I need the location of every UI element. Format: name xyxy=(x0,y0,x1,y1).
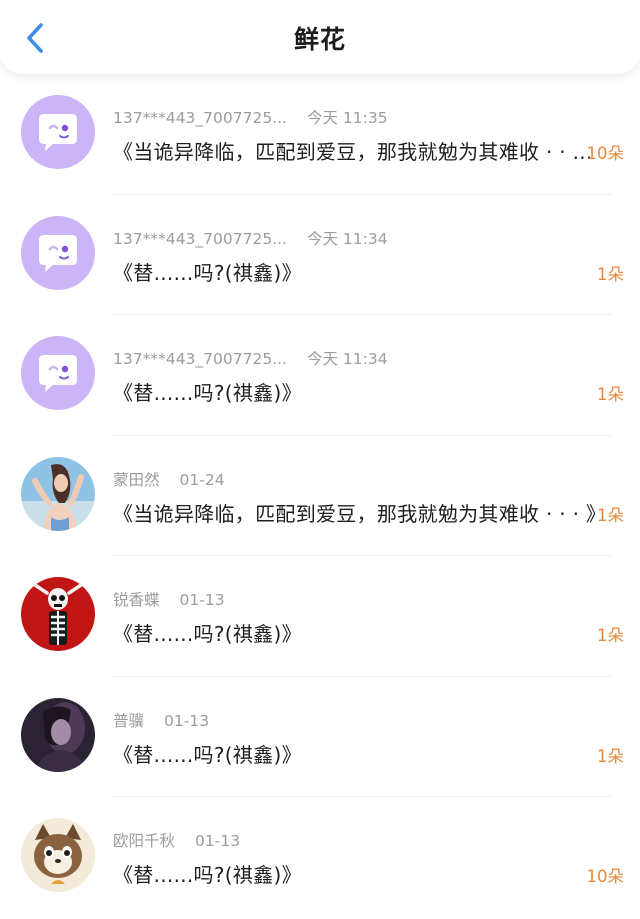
username[interactable]: 锐香蝶 xyxy=(113,591,160,609)
page-title: 鲜花 xyxy=(293,25,346,54)
default-avatar[interactable] xyxy=(21,95,95,169)
timestamp: 01-13 xyxy=(179,591,225,609)
list-item[interactable]: 普骥 01-13 《替......吗?(祺鑫)》 1朵 xyxy=(0,677,640,797)
timestamp: 今天 11:34 xyxy=(306,229,388,248)
flower-count: 10朵 xyxy=(586,144,625,163)
username[interactable]: 137***443_7007725... xyxy=(113,350,287,368)
timestamp: 01-13 xyxy=(164,711,210,730)
skeleton-photo xyxy=(21,577,95,651)
username[interactable]: 欧阳千秋 xyxy=(113,832,175,850)
gift-message: 《替......吗?(祺鑫)》 xyxy=(113,260,302,285)
chat-bubble-icon xyxy=(21,336,95,410)
cat-photo xyxy=(21,818,95,892)
chat-bubble-icon xyxy=(21,215,95,290)
list-item[interactable]: 137***443_7007725... 今天 11:35 《当诡异降临，匹配到爱… xyxy=(0,74,640,195)
gift-message: 《替......吗?(祺鑫)》 xyxy=(113,622,302,646)
username[interactable]: 137***443_7007725... xyxy=(113,230,287,248)
timestamp: 今天 11:35 xyxy=(306,109,388,127)
username[interactable]: 蒙田然 xyxy=(113,471,160,489)
gift-message: 《替......吗?(祺鑫)》 xyxy=(113,863,302,887)
username[interactable]: 普骥 xyxy=(113,712,144,730)
user-avatar[interactable] xyxy=(21,697,95,772)
flower-count: 1朵 xyxy=(597,505,624,525)
gift-message: 《当诡异降临，匹配到爱豆，那我就勉为其难收 · · ... xyxy=(113,140,593,164)
item-meta: 137***443_7007725... 今天 11:34 xyxy=(113,227,388,249)
default-avatar[interactable] xyxy=(21,336,95,410)
flower-count: 1朵 xyxy=(597,626,624,645)
item-meta: 欧阳千秋 01-13 xyxy=(113,829,240,851)
item-meta: 蒙田然 01-24 xyxy=(113,468,225,490)
list-item[interactable]: 欧阳千秋 01-13 《替......吗?(祺鑫)》 10朵 xyxy=(0,797,640,918)
gift-message: 《替......吗?(祺鑫)》 xyxy=(113,381,302,405)
item-meta: 普骥 01-13 xyxy=(113,709,209,731)
timestamp: 01-24 xyxy=(179,470,225,489)
gift-message: 《替......吗?(祺鑫)》 xyxy=(113,742,302,767)
username[interactable]: 137***443_7007725... xyxy=(113,109,287,127)
flower-count: 1朵 xyxy=(597,264,624,284)
user-avatar[interactable] xyxy=(21,456,95,531)
chat-bubble-icon xyxy=(21,95,95,169)
flower-count: 10朵 xyxy=(586,867,625,886)
list-item[interactable]: 137***443_7007725... 今天 11:34 《替......吗?(… xyxy=(0,315,640,436)
user-photo xyxy=(21,697,95,772)
flower-gift-list: 137***443_7007725... 今天 11:35 《当诡异降临，匹配到爱… xyxy=(0,74,640,918)
flower-count: 1朵 xyxy=(597,385,624,404)
item-meta: 137***443_7007725... 今天 11:34 xyxy=(113,347,388,369)
default-avatar[interactable] xyxy=(21,215,95,290)
user-photo xyxy=(21,456,95,531)
user-avatar[interactable] xyxy=(21,818,95,892)
flower-count: 1朵 xyxy=(597,746,624,766)
item-meta: 锐香蝶 01-13 xyxy=(113,588,225,610)
timestamp: 01-13 xyxy=(195,832,241,850)
list-item[interactable]: 137***443_7007725... 今天 11:34 《替......吗?(… xyxy=(0,195,640,315)
gift-message: 《当诡异降临，匹配到爱豆，那我就勉为其难收 · · · 》 xyxy=(113,501,607,526)
item-meta: 137***443_7007725... 今天 11:35 xyxy=(113,106,388,128)
top-bar: 鲜花 xyxy=(0,0,640,74)
list-item[interactable]: 蒙田然 01-24 《当诡异降临，匹配到爱豆，那我就勉为其难收 · · · 》 1… xyxy=(0,436,640,556)
timestamp: 今天 11:34 xyxy=(306,350,388,368)
user-avatar[interactable] xyxy=(21,577,95,651)
list-item[interactable]: 锐香蝶 01-13 《替......吗?(祺鑫)》 1朵 xyxy=(0,556,640,677)
